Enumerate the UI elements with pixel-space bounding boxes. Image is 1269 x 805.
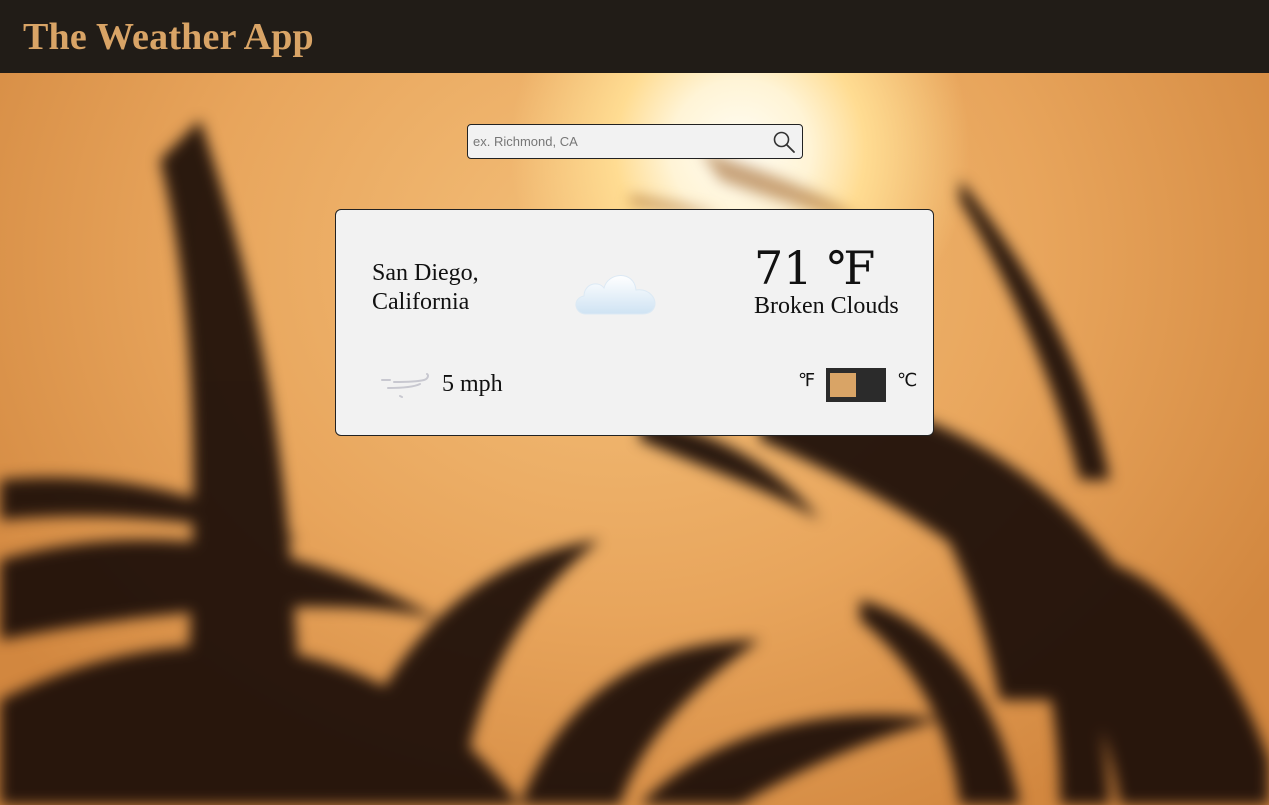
search-bar [467, 124, 803, 159]
cloud-moon-icon [570, 256, 660, 325]
app-title: The Weather App [23, 15, 314, 58]
wind-speed: 5 mph [442, 371, 503, 397]
search-input[interactable] [468, 125, 768, 158]
temperature-value: 71 ℉ [754, 241, 876, 295]
search-button[interactable] [768, 125, 800, 158]
celsius-label: ℃ [897, 370, 918, 391]
wind-icon [380, 370, 432, 407]
fahrenheit-label: ℉ [798, 370, 816, 391]
unit-toggle-knob [830, 373, 856, 397]
app-header: The Weather App [0, 0, 1269, 73]
location-name: San Diego, California [372, 260, 479, 315]
unit-toggle[interactable] [826, 368, 886, 402]
search-icon [773, 131, 795, 153]
weather-description: Broken Clouds [754, 293, 899, 319]
weather-card: San Diego, California 71 ℉ Broken Clouds … [335, 209, 934, 436]
